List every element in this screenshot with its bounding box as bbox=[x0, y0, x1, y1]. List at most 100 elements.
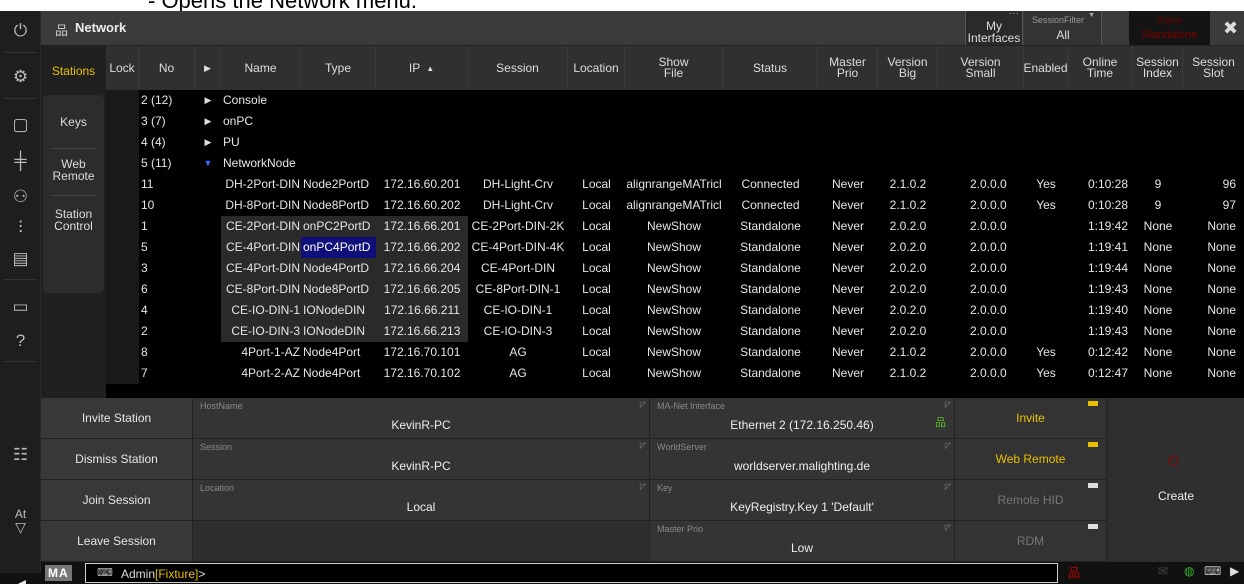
power-icon[interactable]: ⏻ bbox=[0, 13, 41, 49]
col-header-location[interactable]: Location bbox=[568, 46, 625, 90]
message-icon[interactable]: ✉ bbox=[1158, 564, 1168, 578]
table-row[interactable]: 11 DH-2Port-DIN Node2PortD 172.16.60.201 DH-… bbox=[106, 174, 1244, 195]
leave-session-button[interactable]: Leave Session bbox=[41, 521, 193, 562]
station-session-slot: None bbox=[1207, 219, 1236, 233]
stations-side-menu: Stations Keys Web Remote Station Control bbox=[41, 46, 106, 398]
window-icon[interactable]: ▢ bbox=[0, 107, 41, 143]
dismiss-station-button[interactable]: Dismiss Station bbox=[41, 439, 193, 480]
edit-corner-icon: ◸ bbox=[639, 482, 646, 491]
col-header-master-prio[interactable]: Master Prio bbox=[818, 46, 878, 90]
at-filter-button[interactable]: At ▽ bbox=[0, 508, 41, 535]
table-row[interactable]: 3 CE-4Port-DIN Node4PortD 172.16.66.204 CE-4… bbox=[106, 258, 1244, 279]
web-remote-toggle[interactable]: Web Remote bbox=[955, 439, 1107, 480]
col-header-show-file[interactable]: Show File bbox=[625, 46, 723, 90]
table-row[interactable]: 6 CE-8Port-DIN Node8PortD 172.16.66.205 CE-8… bbox=[106, 279, 1244, 300]
key-field[interactable]: Key ◸ KeyRegistry.Key 1 'Default' bbox=[650, 480, 955, 521]
session-field[interactable]: Session ◸ KevinR-PC bbox=[193, 439, 650, 480]
table-row[interactable]: 10 DH-8Port-DIN Node8PortD 172.16.60.202 DH-… bbox=[106, 195, 1244, 216]
station-type: Node8PortD bbox=[303, 198, 370, 212]
table-row[interactable]: 4 CE-IO-DIN-1 IONodeDIN 172.16.66.211 CE-IO-… bbox=[106, 300, 1244, 321]
settings-icon[interactable]: ⚙ bbox=[0, 59, 41, 95]
collapse-icon[interactable]: ▼ bbox=[195, 153, 221, 174]
station-version-big: 2.0.2.0 bbox=[889, 303, 927, 317]
station-ip: 172.16.60.201 bbox=[383, 177, 461, 191]
keyboard-status-icon[interactable]: ⌨ bbox=[1204, 564, 1221, 578]
group-row[interactable]: 5 (11) ▼ NetworkNode bbox=[106, 153, 1244, 174]
station-show-file: NewShow bbox=[646, 282, 702, 296]
keyboard-icon[interactable]: ⌨ bbox=[97, 566, 113, 579]
command-line-input[interactable]: ⌨ Admin[Fixture]> bbox=[85, 563, 1058, 583]
side-item-keys[interactable]: Keys bbox=[43, 116, 104, 128]
layout-icon[interactable]: ☷ bbox=[0, 437, 41, 473]
session-label: Session bbox=[200, 442, 233, 452]
station-version-big: 2.1.0.2 bbox=[889, 177, 927, 191]
monitor-icon[interactable]: ▭ bbox=[0, 289, 41, 325]
network-alert-icon[interactable]: 品 bbox=[1068, 564, 1080, 581]
col-header-enabled[interactable]: Enabled bbox=[1023, 46, 1068, 90]
scroll-right-arrow-icon[interactable]: ▶ bbox=[1230, 564, 1239, 578]
station-online-time: 0:10:28 bbox=[1087, 177, 1128, 191]
help-icon[interactable]: ? bbox=[0, 323, 41, 359]
dropdown-arrow-icon: ▼ bbox=[1088, 12, 1095, 19]
scroll-left-arrow-icon[interactable]: ◀ bbox=[0, 573, 41, 584]
ma-net-interface-field[interactable]: MA-Net Interface ◸ Ethernet 2 (172.16.25… bbox=[650, 398, 955, 439]
invite-toggle[interactable]: Invite bbox=[955, 398, 1107, 439]
worldserver-field[interactable]: WorldServer ◸ worldserver.malighting.de bbox=[650, 439, 955, 480]
col-header-session[interactable]: Session bbox=[468, 46, 568, 90]
table-row[interactable]: 7 4Port-2-AZ Node4Port 172.16.70.102 AG Local… bbox=[106, 363, 1244, 384]
session-filter-dropdown[interactable]: SessionFilter ▼ All bbox=[1024, 11, 1102, 45]
rdm-toggle[interactable]: RDM bbox=[955, 521, 1107, 562]
master-prio-field[interactable]: Master Prio ◸ Low bbox=[650, 521, 955, 562]
table-row[interactable]: 2 CE-IO-DIN-3 IONodeDIN 172.16.66.213 CE-IO-… bbox=[106, 321, 1244, 342]
col-header-type[interactable]: Type bbox=[301, 46, 376, 90]
station-session: CE-IO-DIN-1 bbox=[483, 303, 553, 317]
station-type: onPC4PortD bbox=[301, 237, 376, 258]
col-header-version-small[interactable]: Version Small bbox=[938, 46, 1024, 90]
col-header-version-big[interactable]: Version Big bbox=[878, 46, 938, 90]
tab-stations[interactable]: Stations bbox=[41, 46, 106, 95]
station-name: CE-2Port-DIN bbox=[221, 216, 301, 237]
my-interfaces-button[interactable]: ··· My Interfaces bbox=[965, 8, 1023, 45]
group-row[interactable]: 3 (7) ▶ onPC bbox=[106, 111, 1244, 132]
master-prio-value: Low bbox=[790, 541, 813, 555]
expand-all-icon[interactable]: ▶ bbox=[195, 46, 221, 90]
web-status-icon[interactable]: ◍ bbox=[1184, 564, 1194, 578]
col-header-name[interactable]: Name bbox=[221, 46, 301, 90]
expand-icon[interactable]: ▶ bbox=[195, 132, 221, 153]
location-field[interactable]: Location ◸ Local bbox=[193, 480, 650, 521]
keyboard-icon[interactable]: ▤ bbox=[0, 241, 41, 277]
col-header-lock[interactable]: Lock bbox=[106, 46, 139, 90]
side-item-web-remote[interactable]: Web Remote bbox=[43, 158, 104, 182]
edit-corner-icon: ◸ bbox=[944, 400, 951, 409]
station-master-prio: Never bbox=[831, 177, 864, 191]
table-row[interactable]: 1 CE-2Port-DIN onPC2PortD 172.16.66.201 CE-2… bbox=[106, 216, 1244, 237]
col-header-ip[interactable]: IP ▲ bbox=[376, 46, 468, 90]
group-count: 4 (4) bbox=[141, 135, 166, 149]
expand-icon[interactable]: ▶ bbox=[195, 90, 221, 111]
station-session-slot: 96 bbox=[1222, 177, 1236, 191]
faders-icon[interactable]: ╪ bbox=[0, 143, 41, 179]
group-row[interactable]: 4 (4) ▶ PU bbox=[106, 132, 1244, 153]
station-enabled bbox=[1024, 237, 1068, 258]
group-row[interactable]: 2 (12) ▶ Console bbox=[106, 90, 1244, 111]
col-header-status[interactable]: Status bbox=[723, 46, 818, 90]
col-header-session-index[interactable]: Session Index bbox=[1133, 46, 1183, 90]
table-row[interactable]: 8 4Port-1-AZ Node4Port 172.16.70.101 AG Local… bbox=[106, 342, 1244, 363]
expand-icon[interactable]: ▶ bbox=[195, 111, 221, 132]
col-header-session-slot[interactable]: Session Slot bbox=[1183, 46, 1244, 90]
col-header-online-time[interactable]: Online Time bbox=[1068, 46, 1133, 90]
station-online-time: 1:19:43 bbox=[1087, 324, 1128, 338]
join-session-button[interactable]: Join Session bbox=[41, 480, 193, 521]
col-header-no[interactable]: No bbox=[139, 46, 195, 90]
session-filter-value: All bbox=[1056, 28, 1070, 42]
side-item-station-control[interactable]: Station Control bbox=[43, 208, 104, 232]
station-status: Standalone bbox=[740, 219, 801, 233]
hostname-field[interactable]: HostName ◸ KevinR-PC bbox=[193, 398, 650, 439]
remote-hid-toggle-label: Remote HID bbox=[997, 493, 1064, 507]
remote-hid-toggle[interactable]: Remote HID bbox=[955, 480, 1107, 521]
station-status: Standalone bbox=[740, 345, 801, 359]
close-icon[interactable]: ✖ bbox=[1217, 11, 1244, 45]
invite-station-button[interactable]: Invite Station bbox=[41, 398, 193, 439]
table-row[interactable]: 5 CE-4Port-DIN onPC4PortD 172.16.66.202 CE-4… bbox=[106, 237, 1244, 258]
create-button[interactable]: Create bbox=[1108, 480, 1244, 512]
